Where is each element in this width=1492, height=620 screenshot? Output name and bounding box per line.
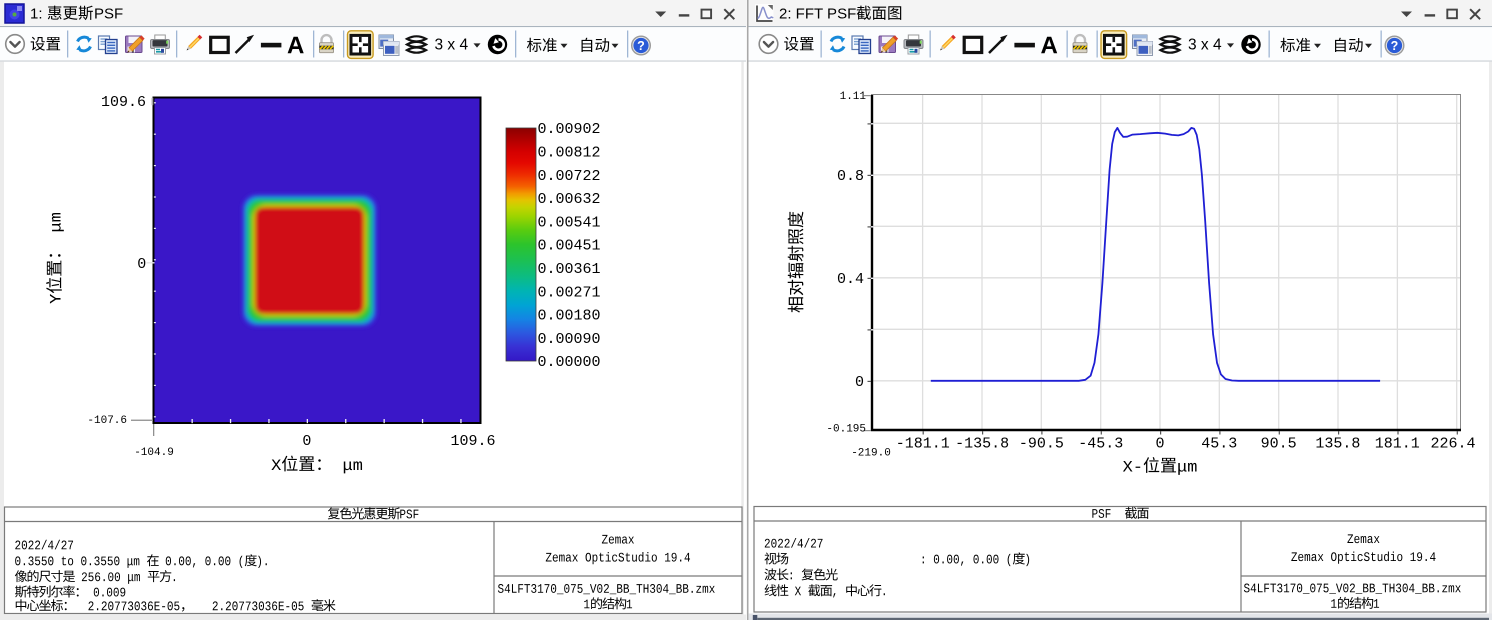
svg-text:90.5: 90.5 bbox=[1261, 435, 1297, 452]
svg-text:3 x 4: 3 x 4 bbox=[435, 36, 469, 53]
svg-text:-181.1: -181.1 bbox=[896, 435, 950, 452]
svg-text:1.11: 1.11 bbox=[840, 91, 867, 103]
svg-text:135.8: 135.8 bbox=[1315, 435, 1360, 452]
svg-text:-45.3: -45.3 bbox=[1078, 435, 1123, 452]
svg-text:2: FFT PSF: 2: FFT PSF bbox=[779, 6, 856, 23]
svg-text:0: 0 bbox=[137, 256, 146, 273]
svg-text:0.00000: 0.00000 bbox=[538, 354, 601, 371]
svg-text:226.4: 226.4 bbox=[1430, 435, 1475, 452]
svg-text:PSF: PSF bbox=[94, 6, 123, 23]
svg-text:0.00271: 0.00271 bbox=[538, 284, 601, 301]
svg-text:1:: 1: bbox=[30, 6, 43, 23]
svg-text:-0.195: -0.195 bbox=[826, 424, 866, 436]
svg-text:-104.9: -104.9 bbox=[134, 447, 174, 459]
svg-text:0.00361: 0.00361 bbox=[538, 261, 601, 278]
svg-text:181.1: 181.1 bbox=[1375, 435, 1420, 452]
svg-text:-219.0: -219.0 bbox=[851, 448, 891, 460]
svg-text:109.6: 109.6 bbox=[450, 433, 495, 450]
svg-text:3 x 4: 3 x 4 bbox=[1188, 36, 1222, 53]
svg-text:0.00541: 0.00541 bbox=[538, 214, 601, 231]
svg-text:0: 0 bbox=[1155, 435, 1164, 452]
svg-text:45.3: 45.3 bbox=[1201, 435, 1237, 452]
svg-text:0.00722: 0.00722 bbox=[538, 168, 601, 185]
svg-text:0.00632: 0.00632 bbox=[538, 191, 601, 208]
svg-text:0.4: 0.4 bbox=[837, 271, 864, 288]
svg-text:-107.6: -107.6 bbox=[87, 415, 127, 427]
svg-text:?: ? bbox=[1391, 39, 1399, 53]
svg-text:0.00812: 0.00812 bbox=[538, 145, 601, 162]
svg-text:-90.5: -90.5 bbox=[1019, 435, 1064, 452]
svg-text:0.8: 0.8 bbox=[837, 168, 864, 185]
svg-text:0.00451: 0.00451 bbox=[538, 238, 601, 255]
svg-text:109.6: 109.6 bbox=[101, 94, 146, 111]
svg-text:0.00902: 0.00902 bbox=[538, 121, 601, 138]
svg-text:0.00090: 0.00090 bbox=[538, 331, 601, 348]
svg-text:0: 0 bbox=[302, 433, 311, 450]
svg-text:?: ? bbox=[637, 39, 645, 53]
svg-text:0.00180: 0.00180 bbox=[538, 308, 601, 325]
svg-text:-135.8: -135.8 bbox=[955, 435, 1009, 452]
svg-text:0: 0 bbox=[855, 374, 864, 391]
